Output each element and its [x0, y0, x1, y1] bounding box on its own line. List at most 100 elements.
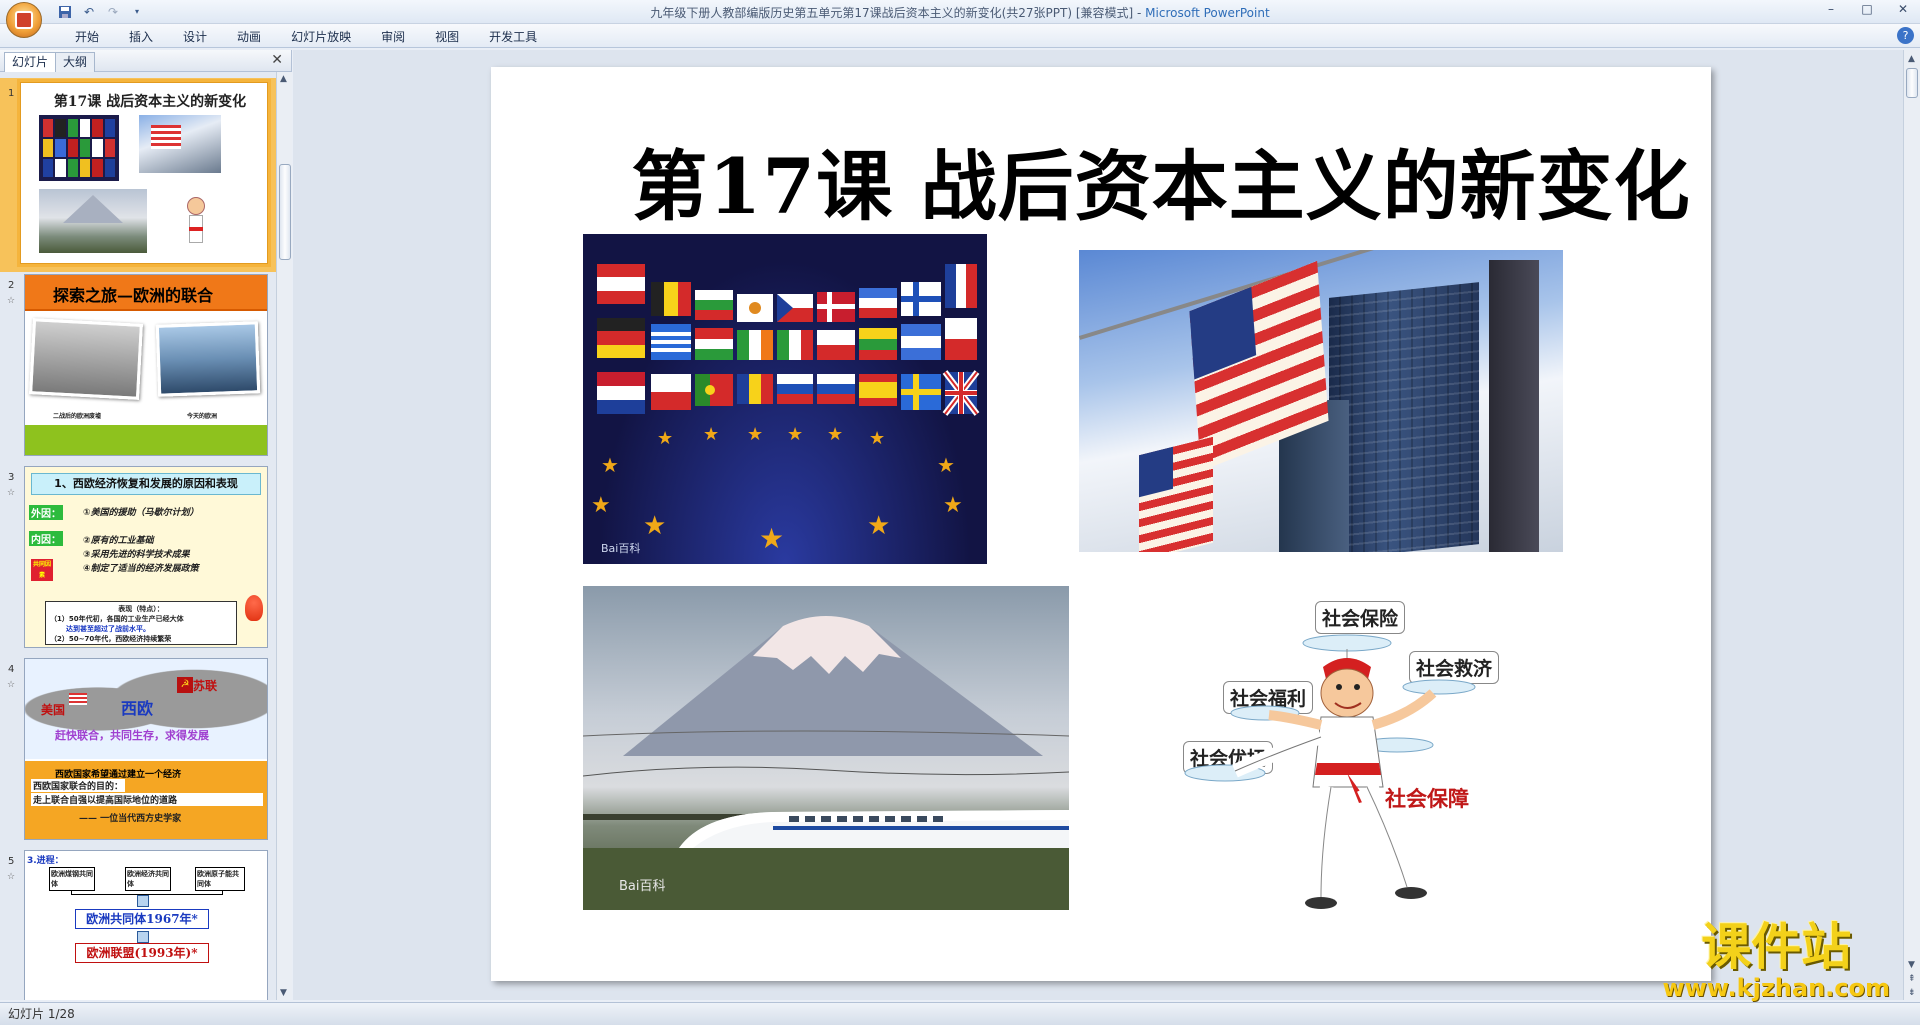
thumb-heading: 3.进程： [27, 856, 64, 866]
thumb-flags-image [39, 115, 119, 181]
tab-insert[interactable]: 插入 [114, 29, 168, 45]
scroll-up-icon[interactable]: ▲ [1908, 54, 1915, 64]
scroll-up-icon[interactable]: ▲ [280, 74, 287, 84]
eu-flags-image[interactable]: ★ ★ ★ ★ ★ ★ ★ ★ ★ ★ ★ ★ ★ Bai百科 [583, 234, 987, 564]
flag-row-1 [597, 264, 977, 322]
svg-text:★: ★ [747, 424, 763, 445]
svg-text:★: ★ [703, 424, 719, 445]
thumb-title: 探索之旅—欧洲的联合 [53, 286, 214, 305]
site-watermark: 课件站 www.kjzhan.com [1662, 919, 1890, 1002]
svg-text:★: ★ [867, 511, 890, 541]
tab-slides[interactable]: 幻灯片 [4, 52, 57, 72]
tab-design[interactable]: 设计 [168, 29, 222, 45]
slide-thumb-1[interactable]: 1 第17课 战后资本主义的新变化 [0, 78, 276, 272]
scroll-down-icon[interactable]: ▼ [1908, 960, 1915, 970]
ribbon: 开始 插入 设计 动画 幻灯片放映 审阅 视图 开发工具 ? [0, 24, 1920, 48]
org-box-3: 欧洲原子能共同体 [195, 867, 245, 891]
slide-thumb-5[interactable]: 5 ☆ 3.进程： 欧洲煤钢共同体 欧洲经济共同体 欧洲原子能共同体 欧洲共同体… [0, 846, 276, 1000]
label-internal: 内因： [29, 531, 63, 546]
svg-text:★: ★ [787, 424, 803, 445]
document-title: 九年级下册人教部编版历史第五单元第17课战后资本主义的新变化(共27张PPT) … [650, 6, 1142, 20]
quote-author: —— 一位当代西方史学家 [79, 814, 182, 824]
slide-scrollbar[interactable]: ▲ ▼ ⇞ ⇟ [1903, 50, 1920, 1000]
thumb-title: 1、西欧经济恢复和发展的原因和表现 [31, 473, 261, 495]
close-panel-icon[interactable]: ✕ [271, 52, 283, 68]
tab-home[interactable]: 开始 [60, 29, 114, 45]
help-icon[interactable]: ? [1897, 27, 1914, 44]
down-arrow-icon [137, 931, 149, 943]
transition-icon: ☆ [7, 296, 16, 306]
tab-animations[interactable]: 动画 [222, 29, 276, 45]
svg-text:★: ★ [943, 493, 963, 518]
tab-review[interactable]: 审阅 [366, 29, 420, 45]
thumbnail-list: 1 第17课 战后资本主义的新变化 2 ☆ 探索之旅—欧洲的联合 二战后的欧洲废… [0, 72, 276, 1000]
svg-text:★: ★ [937, 453, 955, 477]
svg-text:★: ★ [591, 493, 611, 518]
svg-text:★: ★ [657, 428, 673, 449]
org-box-1: 欧洲煤钢共同体 [49, 867, 95, 891]
slide-thumb-2[interactable]: 2 ☆ 探索之旅—欧洲的联合 二战后的欧洲废墟 今天的欧洲 [0, 270, 276, 464]
tab-view[interactable]: 视图 [420, 29, 474, 45]
window-title: 九年级下册人教部编版历史第五单元第17课战后资本主义的新变化(共27张PPT) … [0, 4, 1920, 21]
watermark-url: www.kjzhan.com [1662, 974, 1890, 1002]
scroll-thumb[interactable] [279, 164, 291, 260]
app-name: Microsoft PowerPoint [1145, 6, 1270, 20]
social-label-security: 社会保障 [1385, 786, 1469, 811]
scroll-thumb[interactable] [1906, 68, 1918, 98]
minimize-button[interactable]: – [1820, 2, 1842, 20]
label-europe: 西欧 [121, 699, 154, 718]
slide-thumb-preview: 第17课 战后资本主义的新变化 [17, 79, 271, 267]
thumb-usa-image [139, 115, 221, 173]
svg-text:★: ★ [759, 522, 784, 555]
scroll-down-icon[interactable]: ▼ [280, 988, 287, 998]
slide-thumb-preview: 1、西欧经济恢复和发展的原因和表现 外因： 内因： 共同因素 ①美国的援助（马歇… [24, 466, 268, 648]
flag-row-3 [597, 370, 980, 416]
slide-thumb-4[interactable]: 4 ☆ 美国 西欧 ☭ 苏联 赶快联合，共同生存，求得发展 西欧国家希望通过建立… [0, 654, 276, 848]
flags-grid: ★ ★ ★ ★ ★ ★ ★ ★ ★ ★ ★ ★ ★ Bai百科 [591, 264, 980, 555]
slogan: 赶快联合，共同生存，求得发展 [55, 729, 209, 742]
next-slide-icon[interactable]: ⇟ [1908, 988, 1916, 998]
tulip-icon [245, 595, 263, 621]
label-cooperate: 共同因素 [31, 559, 53, 581]
thumbnail-scrollbar[interactable]: ▲ ▼ [276, 72, 292, 1000]
eu-stars: ★ ★ ★ ★ ★ ★ ★ ★ ★ ★ ★ ★ ★ [591, 424, 963, 555]
fuji-train-image[interactable]: Bai百科 [583, 586, 1069, 910]
fuji-scene: Bai百科 [583, 616, 1069, 910]
caption-right: 今天的欧洲 [187, 413, 218, 420]
point-4: ④制定了适当的经济发展政策 [83, 564, 199, 574]
transition-icon: ☆ [7, 488, 16, 498]
office-logo-icon [15, 11, 33, 29]
org-box-2: 欧洲经济共同体 [125, 867, 171, 891]
label-ussr: 苏联 [193, 679, 218, 693]
slide-thumb-3[interactable]: 3 ☆ 1、西欧经济恢复和发展的原因和表现 外因： 内因： 共同因素 ①美国的援… [0, 462, 276, 656]
slide-number: 2 [8, 280, 15, 291]
usa-buildings-image[interactable] [1079, 250, 1563, 552]
maximize-button[interactable]: □ [1856, 2, 1878, 20]
thumb-ruins-image [29, 318, 143, 400]
svg-text:★: ★ [869, 428, 885, 449]
thumb-social-image [161, 187, 231, 255]
caption-left: 二战后的欧洲废墟 [53, 413, 102, 420]
flag-row-2 [597, 318, 977, 360]
social-security-image[interactable]: 社会保险 社会救济 社会福利 社会优抚 社会保障 [1171, 587, 1501, 917]
slide-number: 5 [8, 856, 15, 867]
tab-outline[interactable]: 大纲 [55, 52, 96, 72]
usa-flag-small [1139, 436, 1213, 552]
slide-number: 3 [8, 472, 15, 483]
slide-thumb-preview: 美国 西欧 ☭ 苏联 赶快联合，共同生存，求得发展 西欧国家希望通过建立一个经济… [24, 658, 268, 840]
point-2: ②原有的工业基础 [83, 536, 154, 546]
thumb-city-image [155, 321, 261, 397]
slide-title[interactable]: 第17课 战后资本主义的新变化 [491, 125, 1711, 235]
close-button[interactable]: ✕ [1892, 2, 1914, 20]
previous-slide-icon[interactable]: ⇞ [1908, 974, 1916, 984]
office-button[interactable] [6, 2, 42, 38]
svg-text:★: ★ [643, 511, 666, 541]
slide-canvas[interactable]: 第17课 战后资本主义的新变化 ★ ★ ★ ★ ★ ★ ★ ★ ★ ★ ★ ★ … [491, 67, 1711, 981]
box-line-3: （2）50~70年代，西欧经济持续繁荣 [50, 635, 172, 643]
thumb-fuji-image [39, 189, 147, 253]
window-controls: – □ ✕ [1820, 2, 1914, 20]
tab-slideshow[interactable]: 幻灯片放映 [276, 29, 366, 45]
tab-developer[interactable]: 开发工具 [474, 29, 552, 45]
slide-position: 幻灯片 1/28 [8, 1007, 75, 1021]
title-bar: ↶ ↷ ▾ 九年级下册人教部编版历史第五单元第17课战后资本主义的新变化(共27… [0, 0, 1920, 24]
